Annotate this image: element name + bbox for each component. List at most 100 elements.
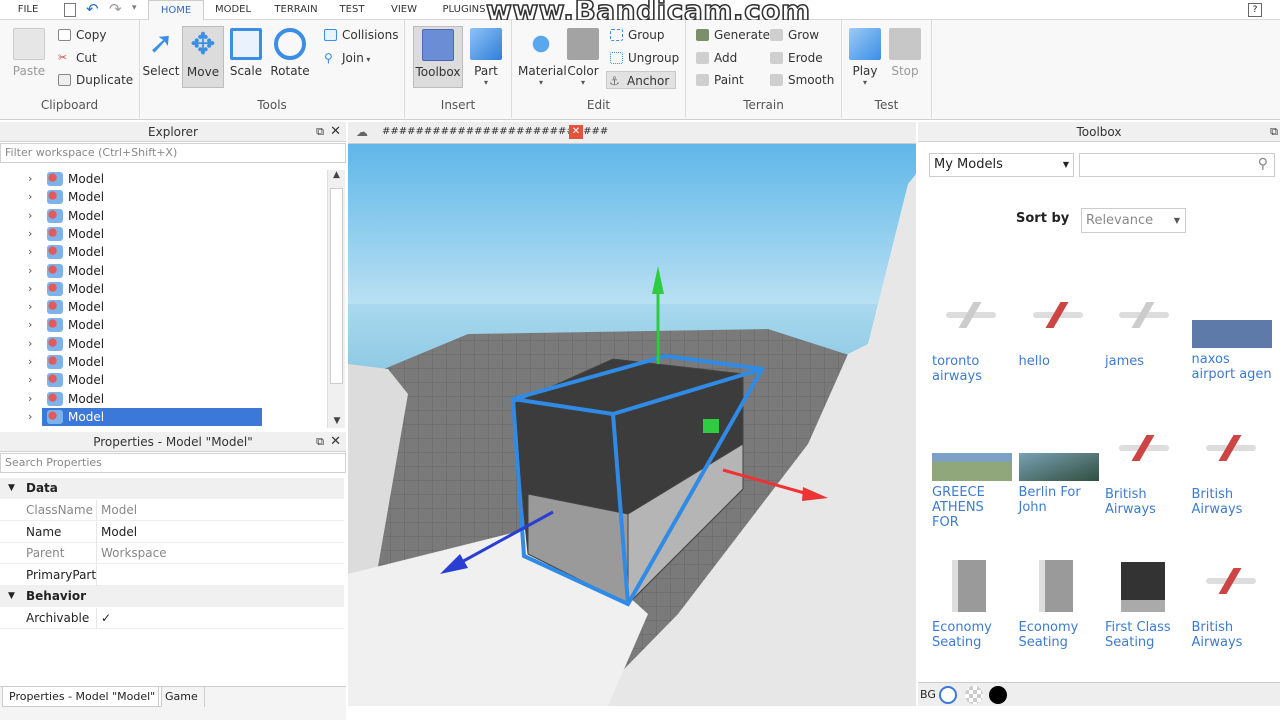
tree-item-model[interactable]: › Model bbox=[0, 280, 326, 298]
new-file-icon[interactable] bbox=[64, 3, 76, 17]
toolbox-item[interactable]: Economy Seating bbox=[932, 556, 1014, 650]
chevron-right-icon[interactable]: › bbox=[28, 390, 32, 408]
copy-button[interactable]: Copy bbox=[56, 26, 106, 44]
help-icon[interactable]: ? bbox=[1248, 3, 1262, 17]
anchor-button[interactable]: ⚓ Anchor bbox=[606, 71, 677, 89]
erode-button[interactable]: Erode bbox=[768, 49, 823, 67]
tab-plugins[interactable]: PLUGINS bbox=[438, 0, 490, 20]
3d-viewport[interactable] bbox=[348, 144, 916, 706]
scroll-up-icon[interactable]: ▲ bbox=[328, 170, 345, 180]
toolbox-item[interactable]: james bbox=[1105, 290, 1187, 369]
property-row[interactable]: Parent Workspace bbox=[0, 543, 344, 564]
bg-white-option[interactable] bbox=[939, 686, 957, 704]
property-value[interactable]: Model bbox=[96, 500, 344, 521]
property-row[interactable]: Archivable ✓ bbox=[0, 608, 344, 629]
play-button[interactable]: Play ▾ bbox=[844, 26, 886, 88]
tab-home[interactable]: HOME bbox=[148, 0, 204, 21]
add-terrain-button[interactable]: Add bbox=[694, 49, 737, 67]
property-row[interactable]: Name Model bbox=[0, 521, 344, 543]
tab-view[interactable]: VIEW bbox=[386, 0, 422, 20]
collapse-icon[interactable]: ▼ bbox=[8, 586, 15, 607]
tree-item-model[interactable]: › Model bbox=[0, 225, 326, 243]
chevron-right-icon[interactable]: › bbox=[28, 353, 32, 371]
tree-item-model[interactable]: › Model bbox=[0, 170, 326, 188]
chevron-right-icon[interactable]: › bbox=[28, 243, 32, 261]
property-row[interactable]: PrimaryPart bbox=[0, 564, 344, 586]
generate-button[interactable]: Generate bbox=[694, 26, 770, 44]
close-tab-icon[interactable]: ✕ bbox=[569, 125, 583, 139]
chevron-right-icon[interactable]: › bbox=[28, 280, 32, 298]
section-behavior[interactable]: ▼ Behavior bbox=[0, 586, 344, 607]
collapse-icon[interactable]: ▼ bbox=[8, 478, 15, 499]
select-button[interactable]: ➚ Select bbox=[140, 26, 182, 88]
chevron-right-icon[interactable]: › bbox=[28, 408, 32, 426]
part-button[interactable]: Part ▾ bbox=[465, 26, 507, 88]
tab-model[interactable]: MODEL bbox=[210, 0, 256, 20]
chevron-right-icon[interactable]: › bbox=[28, 188, 32, 206]
tree-item-model[interactable]: › Model bbox=[0, 353, 326, 371]
ungroup-button[interactable]: Ungroup bbox=[608, 49, 679, 67]
tree-item-model[interactable]: › Model bbox=[0, 390, 326, 408]
rotate-button[interactable]: Rotate bbox=[269, 26, 311, 88]
scroll-thumb[interactable] bbox=[330, 188, 343, 384]
toolbox-item[interactable]: First Class Seating bbox=[1105, 556, 1187, 650]
close-icon[interactable]: ✕ bbox=[330, 432, 341, 452]
category-dropdown[interactable]: My Models ▼ bbox=[929, 153, 1074, 177]
tree-item-model[interactable]: › Model bbox=[0, 188, 326, 206]
section-data[interactable]: ▼ Data bbox=[0, 478, 344, 499]
paint-terrain-button[interactable]: Paint bbox=[694, 71, 744, 89]
pin-icon[interactable]: ⧉ bbox=[316, 122, 324, 142]
tree-item-model[interactable]: › Model bbox=[0, 262, 326, 280]
property-value[interactable]: ✓ bbox=[96, 608, 344, 629]
toolbox-item[interactable]: hello bbox=[1019, 290, 1101, 369]
tab-game[interactable]: Game bbox=[158, 687, 205, 707]
toolbox-item[interactable]: toronto airways bbox=[932, 290, 1014, 384]
tree-item-model[interactable]: › Model bbox=[0, 316, 326, 334]
toolbox-item[interactable]: GREECE ATHENS FOR bbox=[932, 423, 1014, 530]
customize-icon[interactable]: ▾ bbox=[132, 3, 137, 13]
toolbox-search-input[interactable]: ⚲ bbox=[1079, 153, 1275, 177]
undo-icon[interactable]: ↶ bbox=[86, 0, 99, 18]
chevron-right-icon[interactable]: › bbox=[28, 262, 32, 280]
cut-button[interactable]: ✂ Cut bbox=[56, 49, 97, 67]
explorer-filter-input[interactable]: Filter workspace (Ctrl+Shift+X) bbox=[0, 143, 346, 163]
tree-item-model[interactable]: › Model bbox=[0, 298, 326, 316]
tree-item-model[interactable]: › Model bbox=[0, 371, 326, 389]
chevron-right-icon[interactable]: › bbox=[28, 298, 32, 316]
redo-icon[interactable]: ↷ bbox=[109, 0, 122, 18]
chevron-right-icon[interactable]: › bbox=[28, 371, 32, 389]
toolbox-item[interactable]: British Airways bbox=[1192, 556, 1274, 650]
chevron-right-icon[interactable]: › bbox=[28, 225, 32, 243]
tree-item-model[interactable]: › Model bbox=[0, 407, 326, 426]
properties-search-input[interactable]: Search Properties bbox=[0, 453, 346, 473]
toolbox-button[interactable]: Toolbox bbox=[413, 26, 463, 88]
toolbox-item[interactable]: naxos airport agen bbox=[1191, 290, 1274, 382]
chevron-right-icon[interactable]: › bbox=[28, 316, 32, 334]
property-value[interactable] bbox=[96, 564, 344, 586]
bg-black-option[interactable] bbox=[989, 686, 1007, 704]
stop-button[interactable]: Stop bbox=[884, 26, 926, 88]
explorer-scrollbar[interactable]: ▲ ▼ bbox=[327, 170, 345, 428]
property-value[interactable]: Model bbox=[96, 521, 344, 543]
toolbox-item[interactable]: British Airways bbox=[1192, 423, 1274, 517]
bg-transparent-option[interactable] bbox=[965, 686, 983, 704]
tree-item-model[interactable]: › Model bbox=[0, 335, 326, 353]
tree-item-model[interactable]: › Model bbox=[0, 207, 326, 225]
smooth-button[interactable]: Smooth bbox=[768, 71, 834, 89]
tab-test[interactable]: TEST bbox=[334, 0, 370, 20]
close-icon[interactable]: ✕ bbox=[330, 122, 341, 142]
toolbox-item[interactable]: British Airways bbox=[1105, 423, 1187, 517]
tree-item-model[interactable]: › Model bbox=[0, 243, 326, 261]
scale-button[interactable]: Scale bbox=[225, 26, 267, 88]
material-button[interactable]: Material ▾ bbox=[518, 26, 567, 88]
collisions-button[interactable]: Collisions bbox=[322, 26, 399, 44]
toolbox-item[interactable]: Economy Seating bbox=[1019, 556, 1101, 650]
chevron-right-icon[interactable]: › bbox=[28, 207, 32, 225]
sort-dropdown[interactable]: Relevance ▼ bbox=[1081, 208, 1186, 233]
join-button[interactable]: ⚲ Join ▾ bbox=[322, 49, 370, 67]
color-button[interactable]: Color ▾ bbox=[562, 26, 604, 88]
pin-icon[interactable]: ⧉ bbox=[1270, 122, 1278, 142]
paste-button[interactable]: Paste bbox=[8, 26, 50, 88]
tab-terrain[interactable]: TERRAIN bbox=[270, 0, 322, 20]
scroll-down-icon[interactable]: ▼ bbox=[328, 416, 346, 426]
